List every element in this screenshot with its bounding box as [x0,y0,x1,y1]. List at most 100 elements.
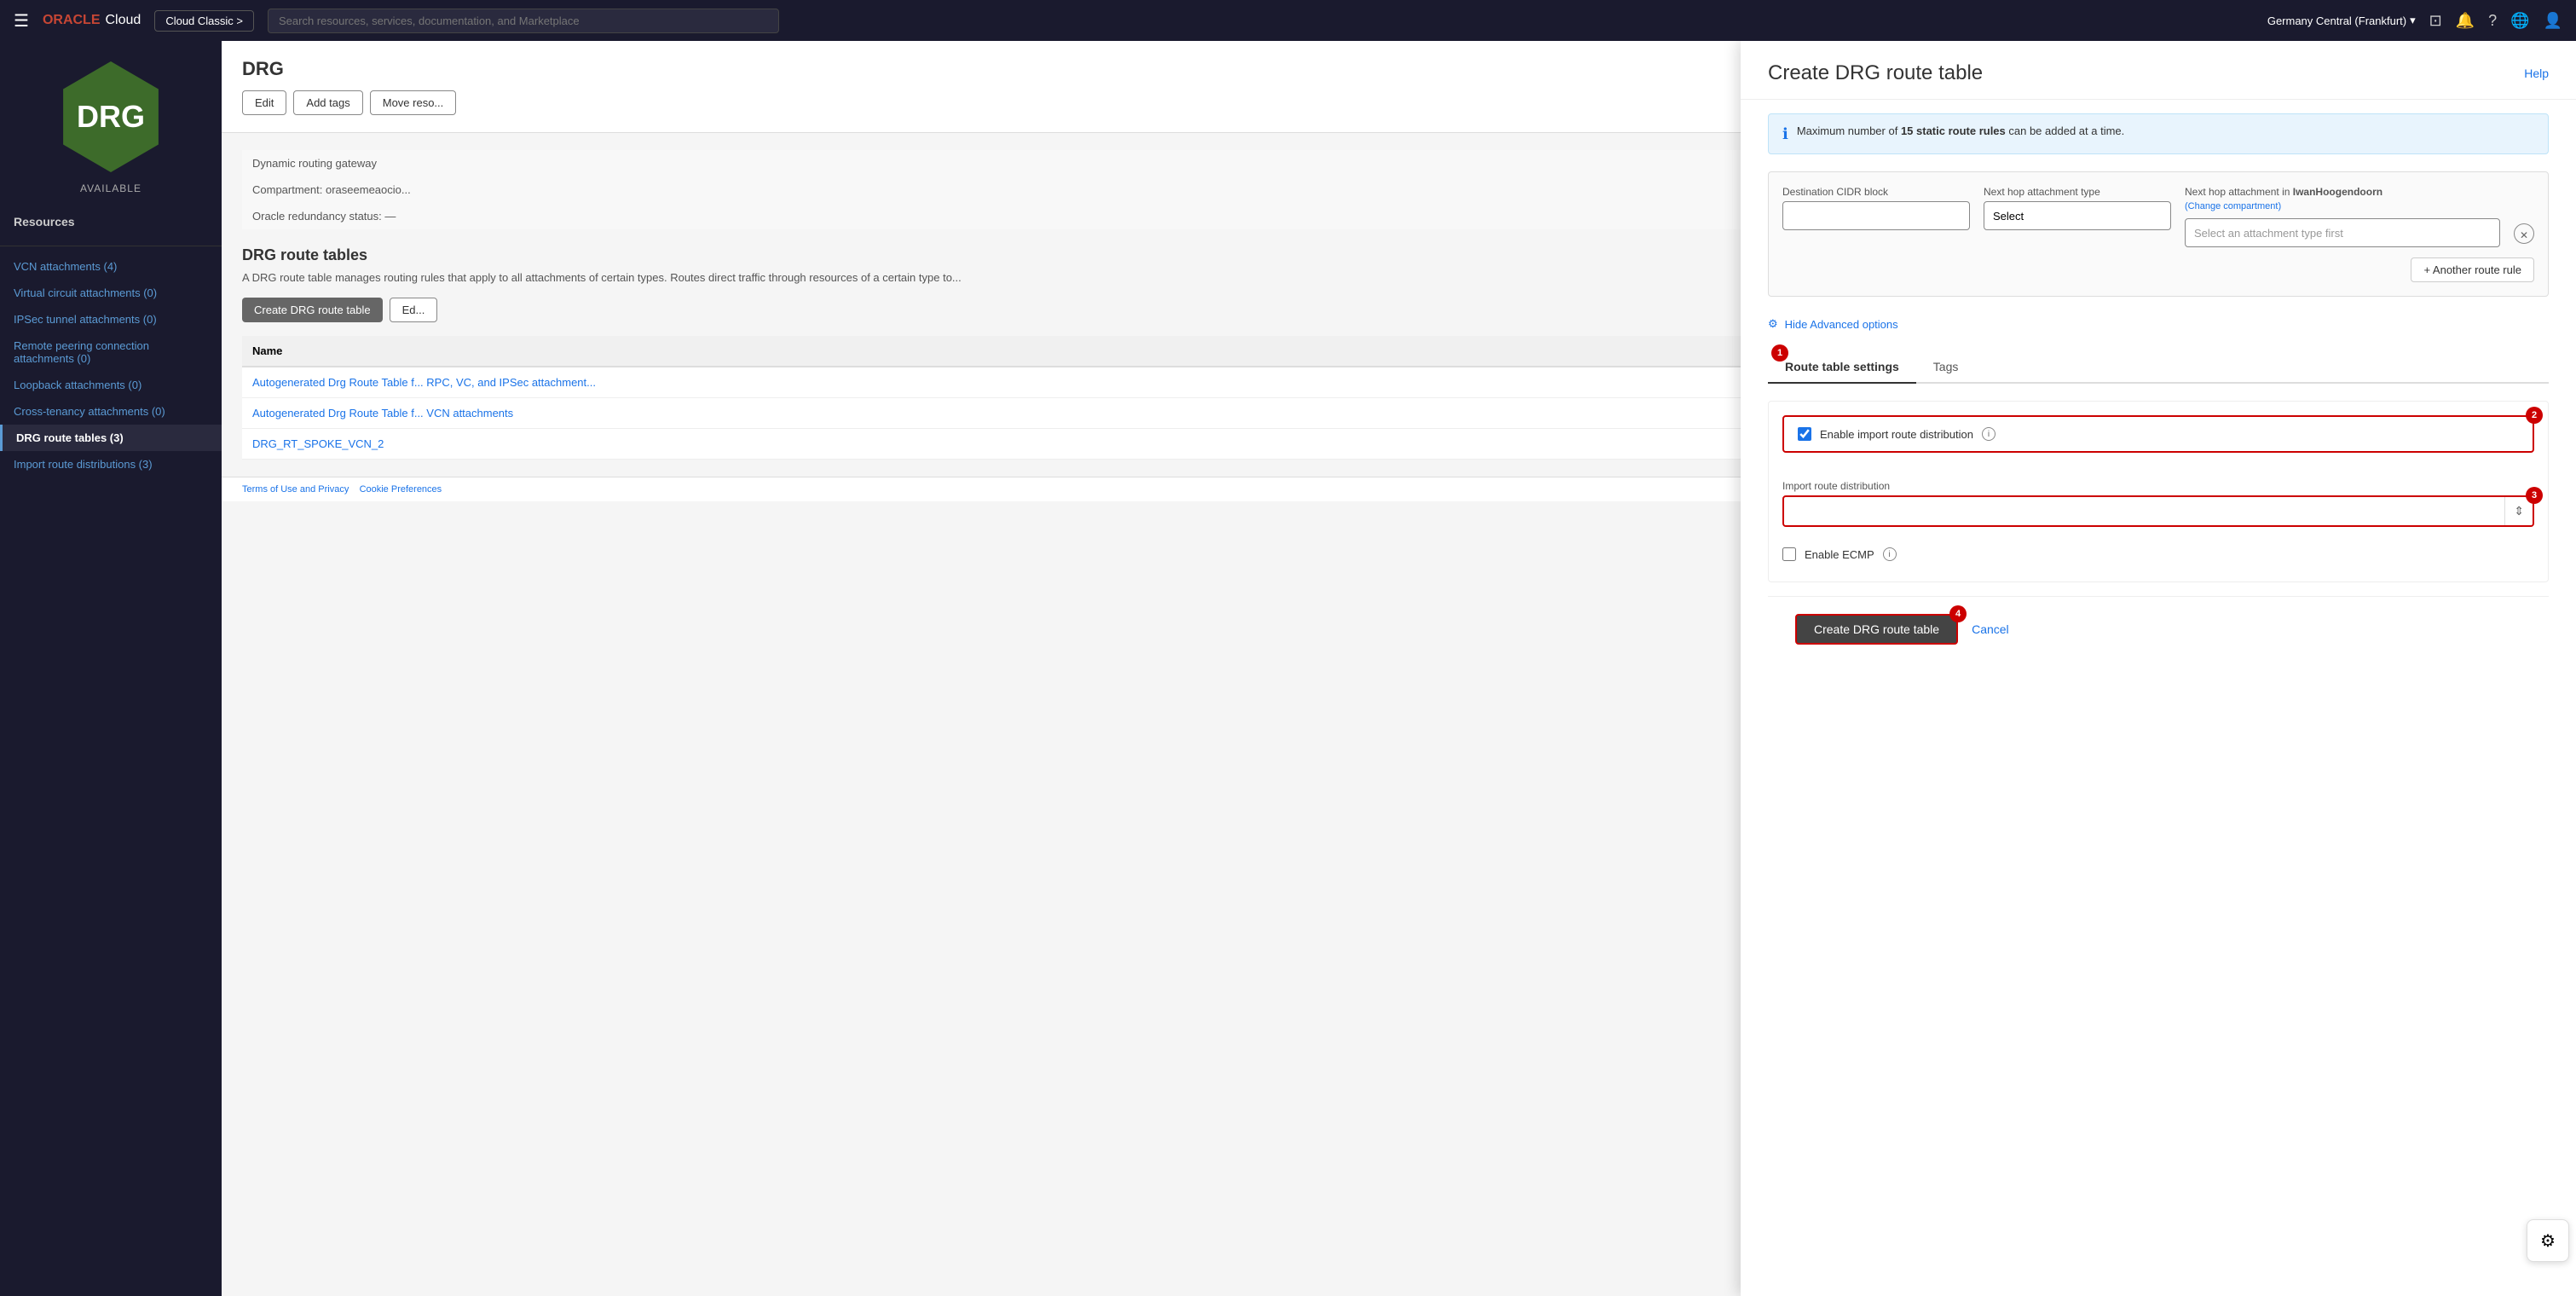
table-row-link-3[interactable]: DRG_RT_SPOKE_VCN_2 [252,437,384,450]
enable-import-checkbox[interactable] [1798,427,1811,441]
destination-cidr-group: Destination CIDR block [1782,186,1970,230]
next-hop-attachment-select-wrapper: Select an attachment type first [2185,218,2500,247]
next-hop-type-select-wrapper: Select [1984,201,2171,230]
top-navigation: ☰ ORACLE Cloud Cloud Classic > Germany C… [0,0,2576,41]
chevron-down-icon: ▾ [2410,14,2416,27]
ecmp-checkbox[interactable] [1782,547,1796,561]
ecmp-label: Enable ECMP [1805,548,1874,561]
import-dist-label: Import route distribution [1782,480,2534,492]
sidebar-item-remote-peering[interactable]: Remote peering connection attachments (0… [0,333,222,372]
panel-header: Create DRG route table Help [1741,41,2576,100]
delete-rule-button[interactable]: ✕ [2514,223,2534,244]
globe-icon[interactable]: 🌐 [2510,12,2529,30]
panel-help-link[interactable]: Help [2524,67,2549,80]
table-row-link-1[interactable]: Autogenerated Drg Route Table f... RPC, … [252,376,596,389]
tab-route-settings[interactable]: Route table settings [1768,351,1916,384]
panel-body: ℹ Maximum number of 15 static route rule… [1741,100,2576,1296]
import-dist-section: Import route distribution DRG_RDG_IMPORT… [1782,480,2534,527]
sidebar-item-cross-tenancy[interactable]: Cross-tenancy attachments (0) [0,398,222,425]
tabs-container: Route table settings Tags 1 [1768,351,2549,384]
route-rule-row: Destination CIDR block Next hop attachme… [1782,186,2534,247]
oracle-text: ORACLE [43,13,101,28]
redundancy-value: — [384,210,396,223]
panel-title: Create DRG route table [1768,61,1983,85]
info-text: Maximum number of 15 static route rules … [1797,124,2124,137]
badge-4: 4 [1949,605,1967,622]
region-selector[interactable]: Germany Central (Frankfurt) ▾ [2267,14,2416,27]
sidebar-item-virtual-circuit[interactable]: Virtual circuit attachments (0) [0,280,222,306]
region-label: Germany Central (Frankfurt) [2267,14,2406,27]
compartment-value: oraseemeaocio... [326,183,411,196]
help-widget[interactable]: ⚙ [2527,1219,2569,1262]
import-dist-input-wrapper: DRG_RDG_IMPORT ⇕ 3 [1782,495,2534,527]
search-input[interactable] [268,9,779,33]
hide-advanced-options-link[interactable]: ⚙ Hide Advanced options [1768,310,2549,338]
add-route-rule-button[interactable]: + Another route rule [2411,257,2534,282]
info-icon: ℹ [1782,125,1788,143]
help-widget-icon: ⚙ [2540,1230,2556,1252]
create-drg-route-table-main-button[interactable]: Create DRG route table [242,298,383,322]
settings-icon: ⚙ [1768,317,1778,331]
tab-tags[interactable]: Tags [1916,351,1976,384]
drg-logo: DRG [55,61,166,172]
advanced-options-label: Hide Advanced options [1785,318,1898,331]
drg-status: AVAILABLE [80,182,142,194]
bell-icon[interactable]: 🔔 [2456,12,2475,30]
edit-button[interactable]: Edit [242,90,286,115]
enable-import-wrapper: Enable import route distribution i 2 [1782,415,2534,466]
route-settings-content: Enable import route distribution i 2 Imp… [1768,401,2549,582]
redundancy-label: Oracle redundancy status: [252,210,382,223]
next-hop-attachment-label: Next hop attachment in IwanHoogendoorn [2185,186,2383,198]
footer-links: Terms of Use and Privacy Cookie Preferen… [242,484,442,495]
cookie-link[interactable]: Cookie Preferences [360,484,442,495]
table-row-link-2[interactable]: Autogenerated Drg Route Table f... VCN a… [252,407,513,419]
panel-footer: Create DRG route table 4 Cancel [1768,596,2549,662]
help-icon[interactable]: ? [2488,12,2497,30]
oracle-logo: ORACLE Cloud [43,13,141,28]
create-drg-route-table-button[interactable]: Create DRG route table [1795,614,1958,645]
sidebar: DRG AVAILABLE Resources VCN attachments … [0,41,222,1296]
cloud-text: Cloud [106,13,142,28]
compartment-label: Compartment: [252,183,322,196]
sidebar-item-vcn-attachments[interactable]: VCN attachments (4) [0,253,222,280]
add-rule-row: + Another route rule [1782,257,2534,282]
terms-link[interactable]: Terms of Use and Privacy [242,484,349,495]
sidebar-item-drg-route-tables[interactable]: DRG route tables (3) [0,425,222,451]
edit-table-button[interactable]: Ed... [390,298,438,322]
next-hop-attachment-select[interactable]: Select an attachment type first [2185,218,2500,247]
console-icon[interactable]: ⊡ [2429,12,2442,30]
sidebar-item-loopback[interactable]: Loopback attachments (0) [0,372,222,398]
next-hop-type-label: Next hop attachment type [1984,186,2171,198]
badge-3: 3 [2526,487,2543,504]
route-rule-section: Destination CIDR block Next hop attachme… [1768,171,2549,297]
tab-section: Route table settings Tags 1 Enable impor… [1768,351,2549,582]
cancel-button[interactable]: Cancel [1972,622,2009,636]
next-hop-type-select[interactable]: Select [1984,201,2171,230]
sidebar-item-import-route-dist[interactable]: Import route distributions (3) [0,451,222,477]
user-icon[interactable]: 👤 [2544,12,2562,30]
enable-import-label: Enable import route distribution [1820,428,1973,441]
tab-badge-1: 1 [1771,344,1788,362]
ecmp-info-icon: i [1883,547,1897,561]
next-hop-attachment-input-row: Select an attachment type first [2185,218,2500,247]
destination-cidr-input[interactable] [1782,201,1970,230]
resources-title: Resources [0,215,89,229]
create-btn-wrapper: Create DRG route table 4 [1795,614,1958,645]
next-hop-type-group: Next hop attachment type Select [1984,186,2171,230]
cloud-classic-button[interactable]: Cloud Classic > [154,10,254,32]
import-dist-field: DRG_RDG_IMPORT ⇕ [1782,495,2534,527]
sidebar-item-ipsec[interactable]: IPSec tunnel attachments (0) [0,306,222,333]
enable-import-row: Enable import route distribution i [1782,415,2534,453]
import-dist-input[interactable]: DRG_RDG_IMPORT [1784,498,2504,524]
nav-right-section: Germany Central (Frankfurt) ▾ ⊡ 🔔 ? 🌐 👤 [2267,12,2562,30]
create-drg-panel: Create DRG route table Help ℹ Maximum nu… [1741,41,2576,1296]
badge-2: 2 [2526,407,2543,424]
hamburger-menu-icon[interactable]: ☰ [14,10,29,32]
destination-cidr-label: Destination CIDR block [1782,186,1970,198]
add-tags-button[interactable]: Add tags [293,90,362,115]
enable-import-info-icon: i [1982,427,1996,441]
change-compartment-link[interactable]: (Change compartment) [2185,201,2500,211]
ecmp-row: Enable ECMP i [1782,541,2534,568]
move-resource-button[interactable]: Move reso... [370,90,457,115]
next-hop-label-row: Next hop attachment in IwanHoogendoorn [2185,186,2500,198]
